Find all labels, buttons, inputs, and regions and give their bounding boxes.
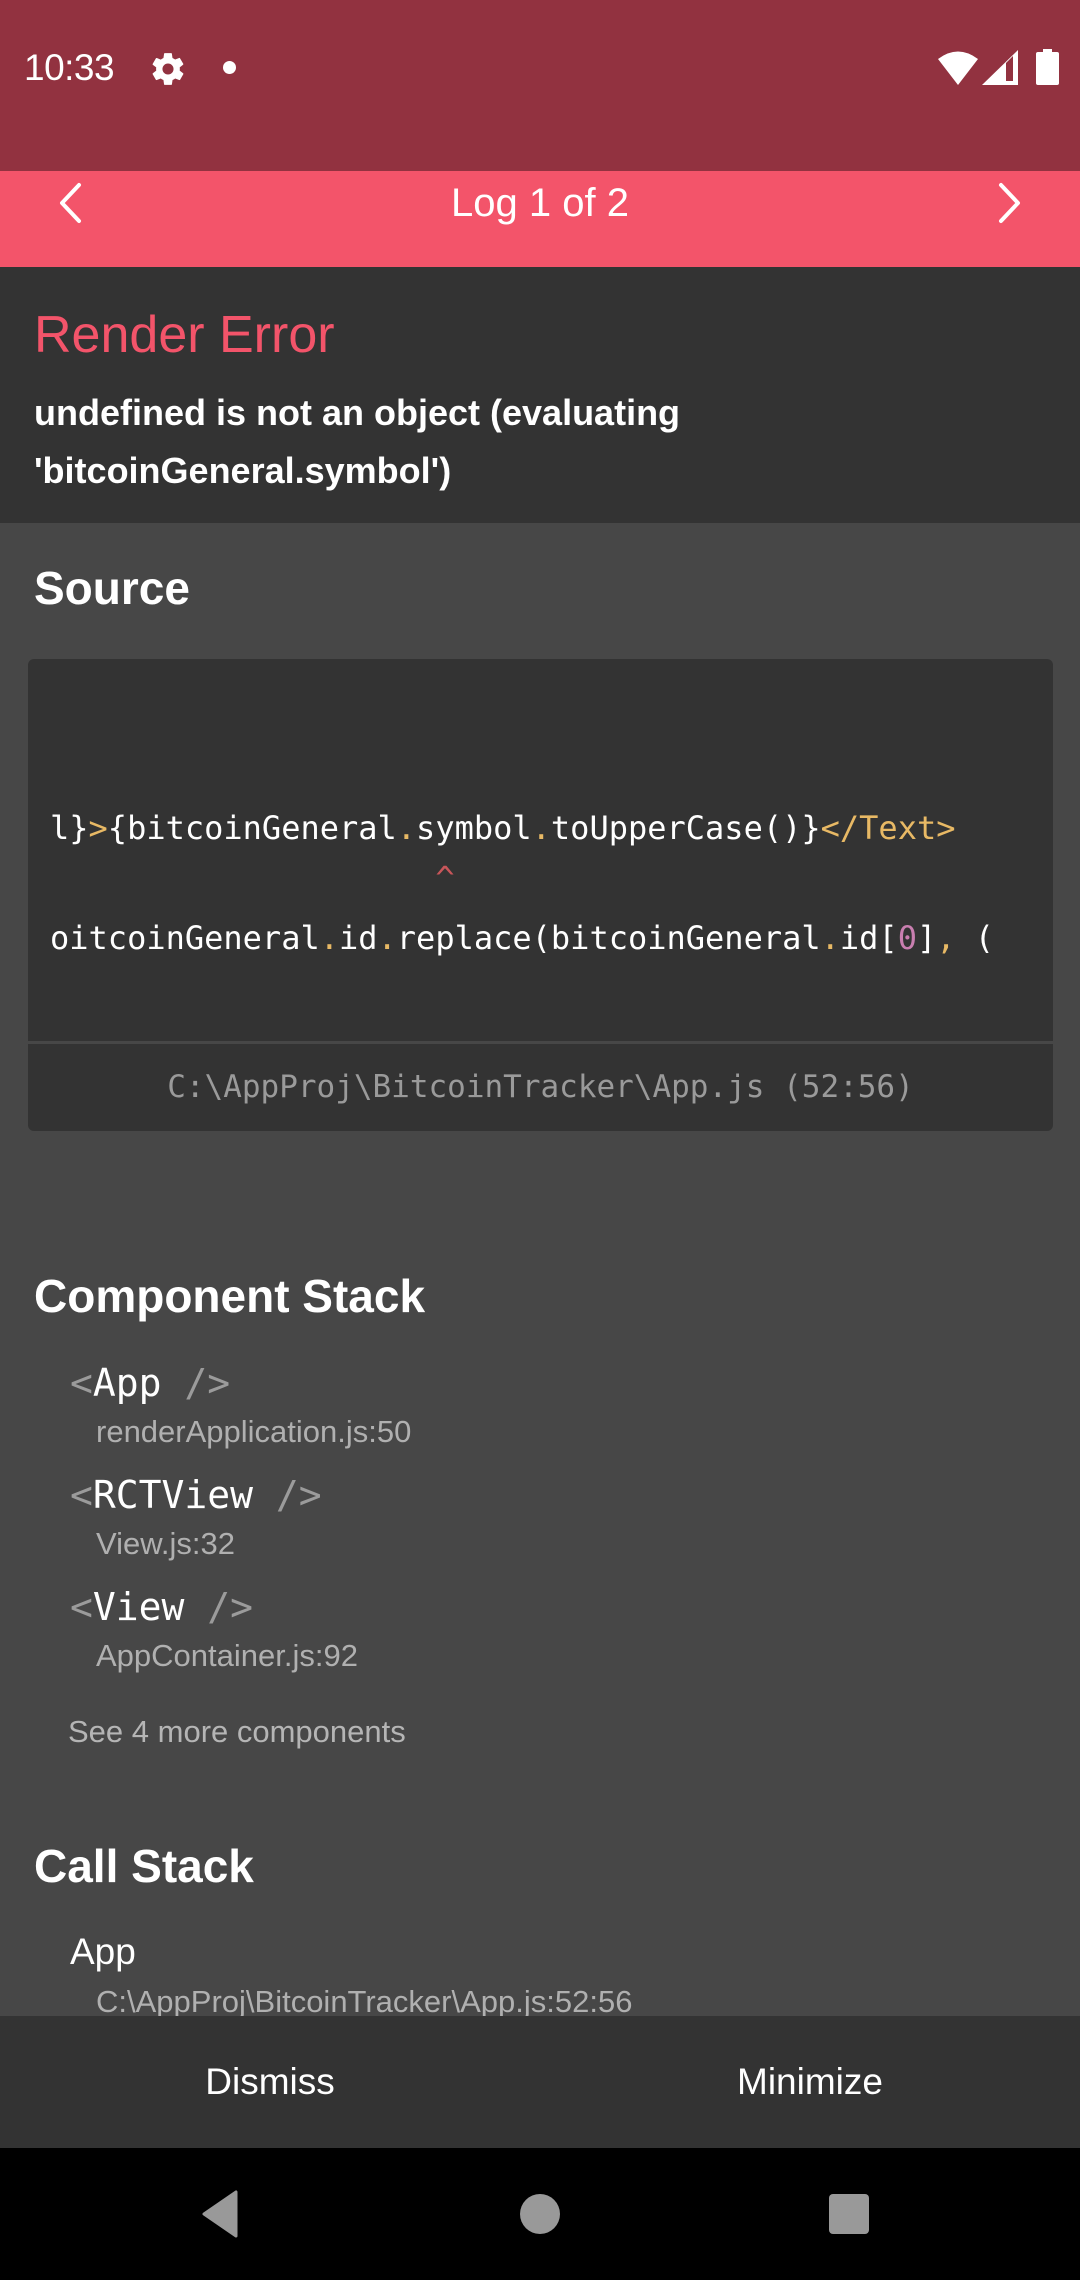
component-name: RCTView (92, 1473, 254, 1517)
wifi-icon (938, 51, 978, 85)
code-frame[interactable]: l}>{bitcoinGeneral.symbol.toUpperCase()}… (28, 659, 1053, 1131)
tag-close: /> (184, 1585, 254, 1629)
code-token-plain: {bitcoinGeneral (107, 809, 397, 847)
see-more-components-link[interactable]: See 4 more components (68, 1712, 406, 1752)
frame-name: App (70, 1931, 136, 1972)
code-token-plain: ] (916, 919, 937, 957)
battery-icon (1036, 49, 1059, 85)
code-token-plain: id[ (839, 919, 898, 957)
signal-icon (982, 50, 1018, 85)
component-name: View (92, 1585, 185, 1629)
component-file: View.js:32 (96, 1526, 236, 1561)
chevron-left-icon (60, 183, 81, 223)
code-line: l}>{bitcoinGeneral.symbol.toUpperCase()}… (50, 808, 955, 848)
source-title: Source (34, 562, 190, 614)
component-stack-title: Component Stack (34, 1270, 426, 1322)
call-stack-title: Call Stack (34, 1840, 254, 1892)
component-tag: <RCTView /> (70, 1470, 322, 1520)
component-stack-item[interactable]: <RCTView /> View.js:32 (70, 1470, 970, 1580)
call-stack-frame[interactable]: App C:\AppProj\BitcoinTracker\App.js:52:… (70, 1928, 970, 2019)
code-token-punct: . (531, 809, 551, 847)
dismiss-button[interactable]: Dismiss (0, 2016, 540, 2148)
gear-icon (152, 53, 184, 85)
code-content: l}>{bitcoinGeneral.symbol.toUpperCase()}… (28, 659, 1053, 1044)
code-token-num: 0 (897, 919, 917, 957)
log-title: Log 1 of 2 (451, 181, 629, 225)
code-token-punct: , (936, 919, 956, 957)
minimize-button[interactable]: Minimize (540, 2016, 1080, 2148)
prev-log-button[interactable] (40, 176, 100, 230)
code-token-plain: ( (955, 919, 995, 957)
component-stack-item[interactable]: <View /> AppContainer.js:92 (70, 1582, 970, 1692)
code-token-punct: > (88, 809, 108, 847)
tag-open: < (70, 1473, 93, 1517)
tag-close: /> (161, 1361, 231, 1405)
component-file: AppContainer.js:92 (96, 1638, 358, 1673)
back-icon[interactable] (200, 2190, 244, 2238)
component-file: renderApplication.js:50 (96, 1414, 412, 1449)
tag-close: /> (253, 1473, 322, 1517)
tag-open: < (70, 1361, 93, 1405)
code-token-plain: l} (50, 809, 89, 847)
code-location[interactable]: C:\AppProj\BitcoinTracker\App.js (52:56) (28, 1044, 1053, 1131)
code-token-plain: toUpperCase()} (550, 809, 821, 847)
component-name: App (92, 1361, 162, 1405)
code-token-punct: . (319, 919, 339, 957)
home-icon[interactable] (518, 2193, 562, 2235)
code-token-caret: ^ (50, 859, 455, 897)
component-tag: <App /> (70, 1358, 230, 1408)
recents-icon[interactable] (828, 2193, 870, 2235)
tag-open: < (70, 1585, 93, 1629)
component-tag: <View /> (70, 1582, 253, 1632)
error-message: undefined is not an object (evaluating '… (34, 392, 681, 491)
code-token-plain: symbol (416, 809, 532, 847)
code-token-punct: . (820, 919, 840, 957)
status-time: 10:33 (24, 47, 115, 88)
component-stack-item[interactable]: <App /> renderApplication.js:50 (70, 1358, 970, 1468)
code-token-punct: . (377, 919, 397, 957)
error-type: Render Error (34, 306, 335, 364)
chevron-right-icon (999, 183, 1020, 223)
code-caret-line: ^ (50, 858, 455, 898)
code-token-plain: id (338, 919, 378, 957)
notification-dot-icon (223, 61, 236, 74)
code-token-punct: </Text> (820, 809, 956, 847)
next-log-button[interactable] (980, 176, 1040, 230)
code-token-plain: oitcoinGeneral (50, 919, 320, 957)
code-line: oitcoinGeneral.id.replace(bitcoinGeneral… (50, 918, 994, 958)
footer: Dismiss Minimize (0, 2016, 1080, 2148)
code-token-punct: . (396, 809, 417, 847)
code-token-plain: replace(bitcoinGeneral (396, 919, 821, 957)
